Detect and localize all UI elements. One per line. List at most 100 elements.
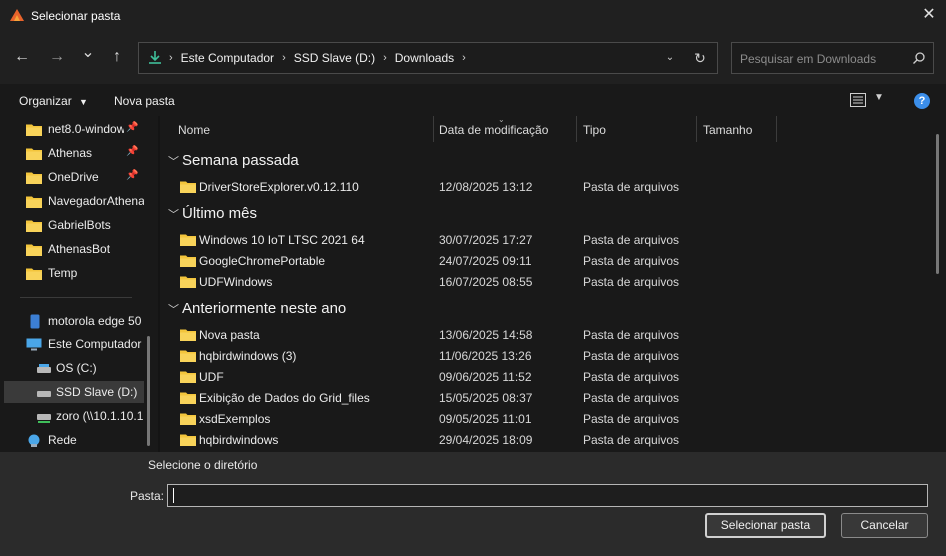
select-folder-button[interactable]: Selecionar pasta bbox=[705, 513, 826, 538]
sidebar-divider bbox=[20, 297, 132, 298]
group-header-last-week[interactable]: ﹀ Semana passada bbox=[168, 152, 299, 169]
file-date: 09/05/2025 11:01 bbox=[439, 412, 532, 426]
sidebar-item-network[interactable]: Rede bbox=[4, 429, 144, 451]
sidebar-item-onedrive[interactable]: OneDrive 📌 bbox=[4, 166, 144, 188]
sidebar-item-drive-c[interactable]: OS (C:) bbox=[4, 357, 144, 379]
view-options-icon[interactable] bbox=[850, 93, 866, 107]
close-button[interactable]: ✕ bbox=[916, 4, 942, 26]
chevron-right-icon[interactable]: › bbox=[462, 52, 466, 64]
organize-button[interactable]: Organizar ▼ bbox=[19, 94, 88, 108]
file-name: hqbirdwindows (3) bbox=[199, 349, 297, 363]
downloads-icon bbox=[149, 51, 161, 64]
chevron-down-icon[interactable]: ﹀ bbox=[168, 206, 182, 222]
folder-field[interactable] bbox=[167, 484, 928, 507]
file-name: Windows 10 IoT LTSC 2021 64 bbox=[199, 233, 365, 247]
cancel-button[interactable]: Cancelar bbox=[841, 513, 928, 538]
computer-icon bbox=[26, 338, 42, 351]
sidebar-item-network-drive[interactable]: zoro (\\10.1.10.1 bbox=[4, 405, 144, 427]
group-header-last-month[interactable]: ﹀ Último mês bbox=[168, 205, 257, 222]
folder-icon bbox=[180, 392, 196, 404]
chevron-down-icon[interactable]: ▼ bbox=[874, 92, 884, 103]
column-header-date[interactable]: Data de modificação bbox=[433, 116, 577, 142]
file-list-scrollbar[interactable] bbox=[936, 134, 939, 274]
help-icon[interactable]: ? bbox=[914, 93, 930, 109]
table-row[interactable]: Windows 10 IoT LTSC 2021 64 30/07/2025 1… bbox=[176, 229, 936, 250]
search-icon[interactable] bbox=[912, 51, 926, 65]
table-row[interactable]: GoogleChromePortable 24/07/2025 09:11 Pa… bbox=[176, 250, 936, 271]
chevron-down-icon[interactable]: ﹀ bbox=[168, 153, 182, 169]
sidebar-item-net8[interactable]: net8.0-windows 📌 bbox=[4, 118, 144, 140]
file-type: Pasta de arquivos bbox=[583, 370, 680, 384]
sidebar-scrollbar[interactable] bbox=[147, 336, 150, 446]
column-header-label: Tipo bbox=[583, 123, 606, 137]
file-date: 11/06/2025 13:26 bbox=[439, 349, 532, 363]
table-row[interactable]: xsdExemplos 09/05/2025 11:01 Pasta de ar… bbox=[176, 408, 936, 429]
sidebar-item-label: motorola edge 50 bbox=[48, 314, 142, 328]
sidebar-item-label: Athenas bbox=[48, 146, 93, 160]
file-type: Pasta de arquivos bbox=[583, 180, 680, 194]
address-bar[interactable]: › Este Computador › SSD Slave (D:) › Dow… bbox=[138, 42, 718, 74]
sidebar-item-temp[interactable]: Temp bbox=[4, 262, 144, 284]
sidebar-item-athenas[interactable]: Athenas 📌 bbox=[4, 142, 144, 164]
table-row[interactable]: UDFWindows 16/07/2025 08:55 Pasta de arq… bbox=[176, 271, 936, 292]
sidebar-item-label: GabrielBots bbox=[48, 218, 111, 232]
file-type: Pasta de arquivos bbox=[583, 349, 680, 363]
chevron-down-icon: ▼ bbox=[79, 97, 88, 107]
group-header-earlier-this-year[interactable]: ﹀ Anteriormente neste ano bbox=[168, 300, 346, 317]
file-name: UDF bbox=[199, 370, 224, 384]
column-header-name[interactable]: Nome bbox=[172, 116, 434, 142]
folder-icon bbox=[26, 268, 42, 280]
sidebar-item-this-pc[interactable]: Este Computador bbox=[4, 333, 144, 355]
chevron-right-icon[interactable]: › bbox=[383, 52, 387, 64]
chevron-right-icon[interactable]: › bbox=[282, 52, 286, 64]
sidebar-item-gabrielbots[interactable]: GabrielBots bbox=[4, 214, 144, 236]
sidebar-item-label: OneDrive bbox=[48, 170, 99, 184]
new-folder-button[interactable]: Nova pasta bbox=[114, 94, 175, 108]
sidebar-item-label: Este Computador bbox=[48, 337, 142, 351]
file-type: Pasta de arquivos bbox=[583, 275, 680, 289]
breadcrumb-downloads[interactable]: Downloads bbox=[395, 51, 454, 65]
sidebar-item-drive-d[interactable]: SSD Slave (D:) bbox=[4, 381, 144, 403]
app-icon bbox=[10, 9, 24, 21]
file-type: Pasta de arquivos bbox=[583, 412, 680, 426]
breadcrumb: › Este Computador › SSD Slave (D:) › Dow… bbox=[169, 51, 474, 65]
column-header-label: Nome bbox=[178, 123, 211, 137]
file-name: GoogleChromePortable bbox=[199, 254, 326, 268]
up-button[interactable]: ↑ bbox=[106, 46, 128, 68]
column-header-size[interactable]: Tamanho bbox=[697, 116, 777, 142]
group-title: Semana passada bbox=[182, 152, 299, 169]
sort-indicator-icon: ⌄ bbox=[498, 116, 505, 124]
folder-icon bbox=[180, 371, 196, 383]
dialog-footer: Selecione o diretório Pasta: Selecionar … bbox=[0, 452, 946, 556]
network-drive-icon bbox=[37, 414, 51, 423]
chevron-down-icon[interactable]: ﹀ bbox=[168, 301, 182, 317]
folder-icon bbox=[180, 181, 196, 193]
sidebar-item-label: net8.0-windows bbox=[48, 122, 124, 136]
table-row[interactable]: hqbirdwindows (3) 11/06/2025 13:26 Pasta… bbox=[176, 345, 936, 366]
chevron-down-icon[interactable]: ⌄ bbox=[661, 49, 679, 67]
file-date: 29/04/2025 18:09 bbox=[439, 433, 533, 447]
refresh-icon[interactable]: ↻ bbox=[691, 49, 709, 67]
table-row[interactable]: UDF 09/06/2025 11:52 Pasta de arquivos bbox=[176, 366, 936, 387]
back-button[interactable]: ← bbox=[11, 46, 33, 68]
phone-icon bbox=[30, 314, 40, 329]
sidebar-item-label: AthenasBot bbox=[48, 242, 111, 256]
breadcrumb-this-pc[interactable]: Este Computador bbox=[181, 51, 274, 65]
folder-icon bbox=[180, 413, 196, 425]
sidebar-item-navegadorathenas[interactable]: NavegadorAthenas bbox=[4, 190, 144, 212]
breadcrumb-drive[interactable]: SSD Slave (D:) bbox=[294, 51, 375, 65]
navigation-bar: ← → ⌄ ↑ › Este Computador › SSD Slave (D… bbox=[0, 32, 946, 84]
table-row[interactable]: DriverStoreExplorer.v0.12.110 12/08/2025… bbox=[176, 176, 936, 197]
column-header-type[interactable]: Tipo bbox=[577, 116, 697, 142]
drive-icon bbox=[37, 364, 51, 373]
table-row[interactable]: Nova pasta 13/06/2025 14:58 Pasta de arq… bbox=[176, 324, 936, 345]
sidebar-item-athenasbot[interactable]: AthenasBot bbox=[4, 238, 144, 260]
table-row[interactable]: Exibição de Dados do Grid_files 15/05/20… bbox=[176, 387, 936, 408]
forward-button[interactable]: → bbox=[46, 46, 68, 68]
sidebar-item-device[interactable]: motorola edge 50 bbox=[4, 310, 144, 332]
search-input[interactable]: Pesquisar em Downloads bbox=[731, 42, 934, 74]
table-row[interactable]: hqbirdwindows 29/04/2025 18:09 Pasta de … bbox=[176, 429, 936, 450]
recent-locations-button[interactable]: ⌄ bbox=[77, 42, 99, 64]
navigation-pane: net8.0-windows 📌 Athenas 📌 OneDrive 📌 Na… bbox=[0, 116, 158, 452]
folder-icon bbox=[180, 276, 196, 288]
